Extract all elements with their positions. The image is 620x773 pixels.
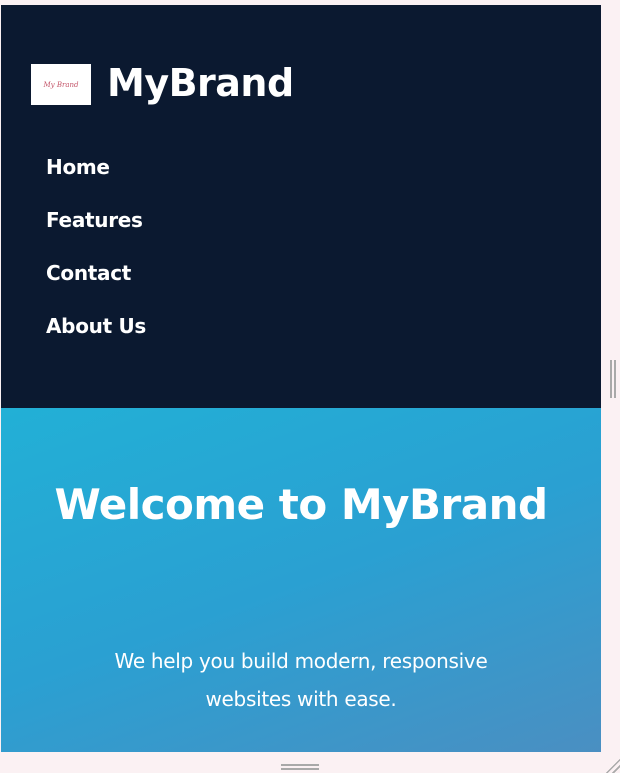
corner-resize-grip-icon[interactable] <box>604 757 620 773</box>
site-header: My Brand MyBrand Home Features Contact A… <box>1 5 601 408</box>
nav-contact[interactable]: Contact <box>46 261 146 314</box>
horizontal-resize-handle[interactable] <box>281 764 319 770</box>
vertical-resize-handle[interactable] <box>610 360 616 398</box>
hero-subtitle: We help you build modern, responsive web… <box>114 649 488 711</box>
brand-name[interactable]: MyBrand <box>107 61 294 105</box>
hero-section: Welcome to MyBrand We help you build mod… <box>1 408 601 752</box>
nav-features[interactable]: Features <box>46 208 146 261</box>
main-nav: Home Features Contact About Us <box>46 155 146 367</box>
viewport: My Brand MyBrand Home Features Contact A… <box>1 5 601 752</box>
nav-home[interactable]: Home <box>46 155 146 208</box>
hero-title: Welcome to MyBrand <box>54 480 548 529</box>
logo-text: My Brand <box>43 80 79 89</box>
logo-image[interactable]: My Brand <box>31 64 91 105</box>
nav-about-us[interactable]: About Us <box>46 314 146 367</box>
